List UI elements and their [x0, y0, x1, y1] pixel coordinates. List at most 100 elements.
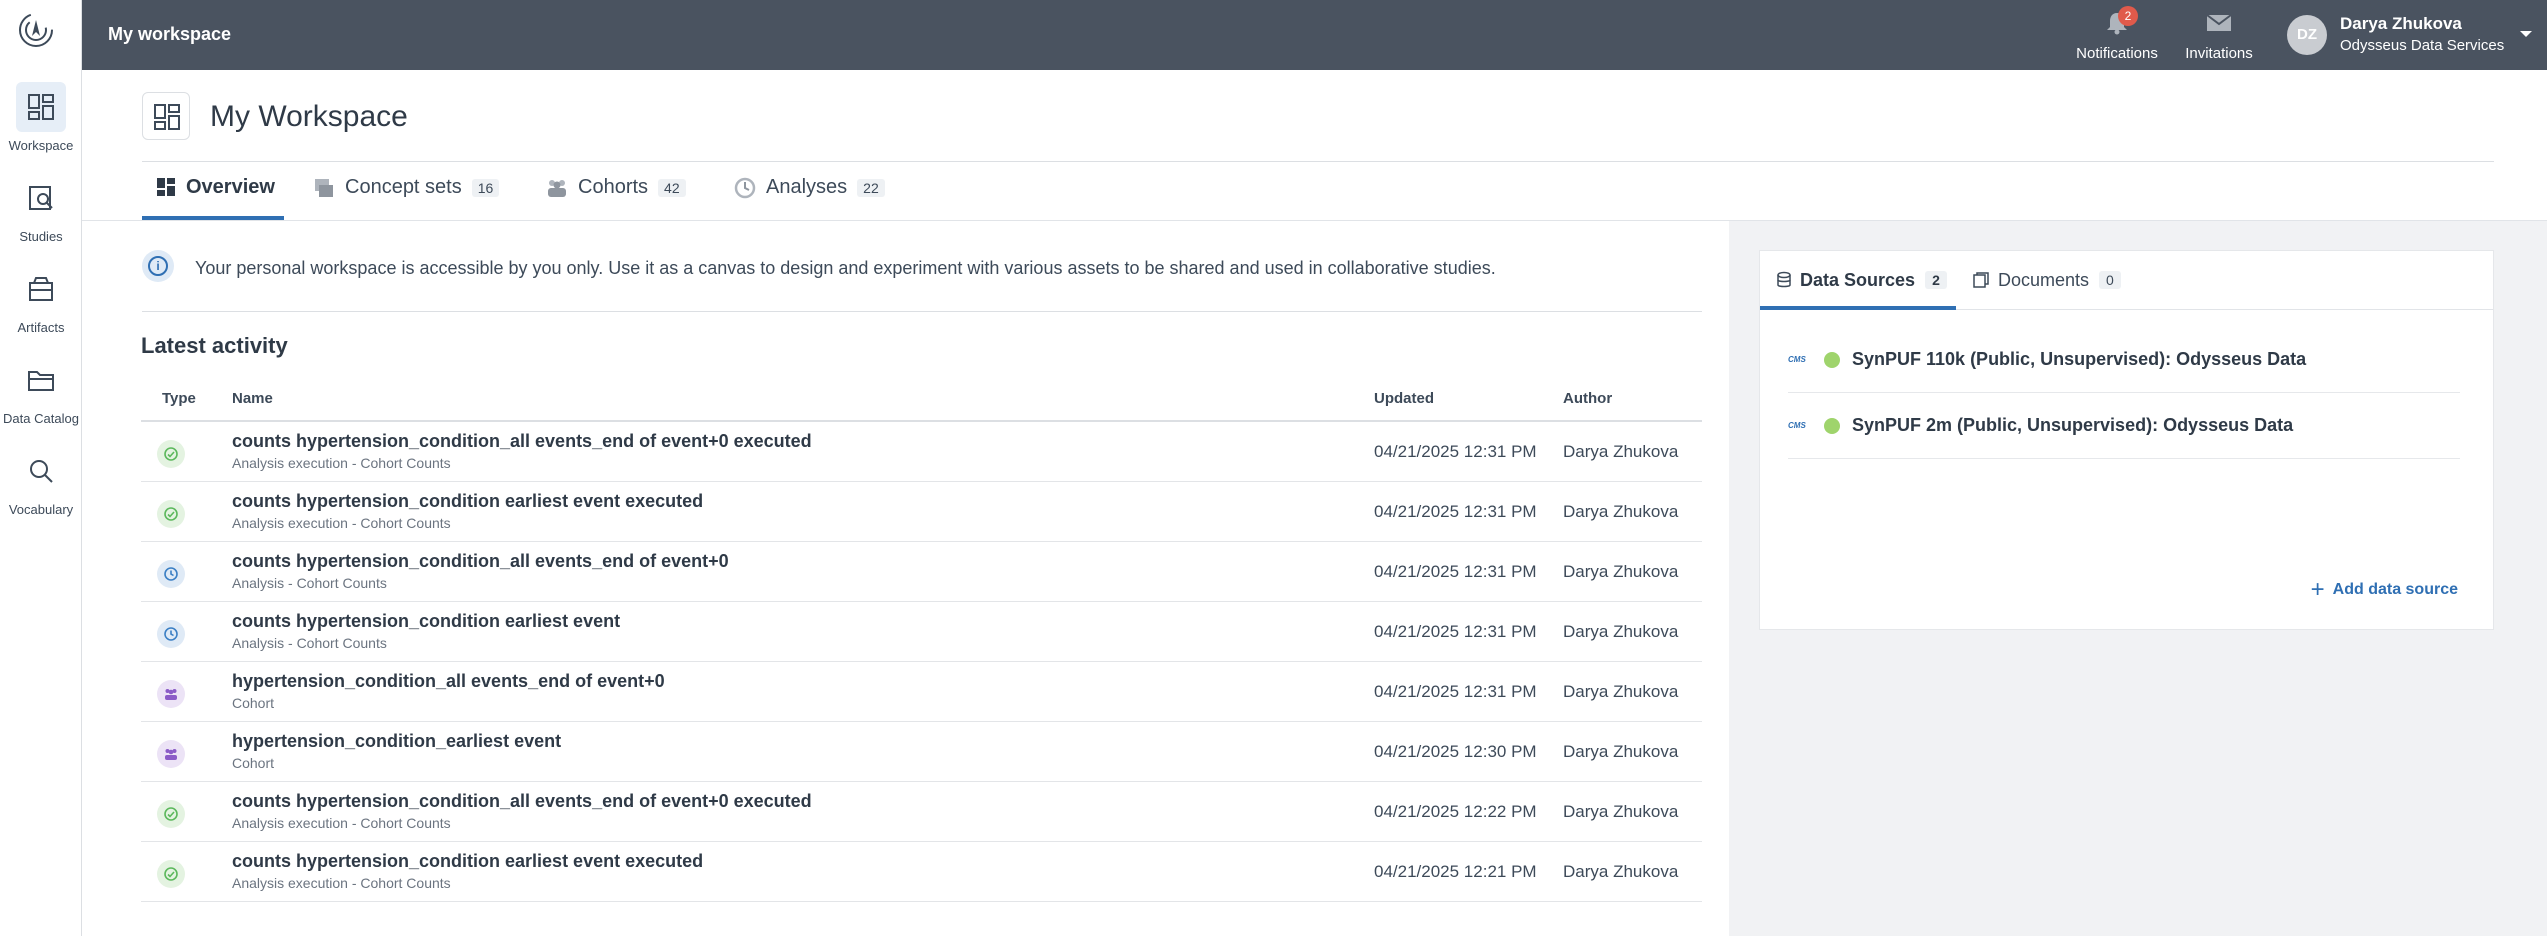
row-updated: 04/21/2025 12:31 PM [1374, 682, 1537, 701]
row-name[interactable]: hypertension_condition_all events_end of… [232, 671, 665, 692]
table-row[interactable]: counts hypertension_condition_all events… [141, 542, 1702, 602]
tab-label: Overview [186, 176, 275, 198]
row-updated: 04/21/2025 12:31 PM [1374, 622, 1537, 641]
tab-count: 0 [2099, 271, 2121, 289]
info-text: Your personal workspace is accessible by… [195, 258, 1496, 278]
row-type-label: Analysis execution - Cohort Counts [232, 515, 451, 531]
row-type-label: Cohort [232, 755, 275, 771]
table-row[interactable]: counts hypertension_condition earliest e… [141, 602, 1702, 662]
cohort-icon [157, 680, 185, 708]
chevron-down-icon[interactable] [2519, 26, 2533, 44]
rail-item-vocabulary[interactable]: Vocabulary [0, 436, 82, 517]
row-type-label: Analysis execution - Cohort Counts [232, 455, 451, 471]
row-name[interactable]: counts hypertension_condition earliest e… [232, 611, 620, 632]
rail-item-studies[interactable]: Studies [0, 163, 82, 244]
table-row[interactable]: hypertension_condition_earliest event Coh… [141, 722, 1702, 782]
workspace-icon [16, 82, 66, 132]
row-author: Darya Zhukova [1563, 802, 1679, 821]
row-updated: 04/21/2025 12:22 PM [1374, 802, 1537, 821]
latest-activity-title: Latest activity [141, 333, 288, 358]
dashboard-icon [157, 178, 175, 196]
rail-label: Workspace [8, 138, 74, 153]
tab-analyses[interactable]: Analyses 22 [734, 176, 885, 220]
user-organization: Odysseus Data Services [2340, 37, 2505, 54]
invitations-button[interactable]: Invitations [2179, 10, 2259, 62]
row-name[interactable]: counts hypertension_condition earliest e… [232, 491, 703, 512]
rail-label: Artifacts [17, 320, 65, 335]
column-header-type[interactable]: Type [162, 390, 196, 407]
tab-overview[interactable]: Overview [156, 176, 275, 220]
rail-item-workspace[interactable]: Workspace [0, 72, 82, 153]
table-row[interactable]: hypertension_condition_all events_end of… [141, 662, 1702, 722]
tab-concept-sets[interactable]: Concept sets 16 [313, 176, 500, 220]
executed-icon [157, 440, 185, 468]
avatar[interactable]: DZ [2287, 15, 2327, 55]
notification-badge: 2 [2118, 6, 2138, 26]
column-header-author[interactable]: Author [1563, 390, 1612, 407]
tab-label: Documents [1998, 269, 2090, 290]
tab-count: 42 [658, 179, 686, 197]
info-icon: i [142, 250, 174, 282]
row-author: Darya Zhukova [1563, 862, 1679, 881]
status-dot [1824, 351, 1840, 368]
cohort-icon [157, 740, 185, 768]
row-updated: 04/21/2025 12:31 PM [1374, 562, 1537, 581]
rail-label: Vocabulary [8, 502, 74, 517]
column-header-updated[interactable]: Updated [1374, 390, 1434, 407]
data-source-item[interactable]: CMS SynPUF 110k (Public, Unsupervised): … [1788, 327, 2460, 393]
mail-icon [2206, 14, 2232, 31]
table-row[interactable]: counts hypertension_condition earliest e… [141, 842, 1702, 902]
executed-icon [157, 860, 185, 888]
active-tab-indicator [142, 216, 284, 220]
notifications-button[interactable]: 2 Notifications [2072, 6, 2162, 62]
row-name[interactable]: counts hypertension_condition earliest e… [232, 851, 703, 872]
divider [142, 161, 2494, 162]
row-name[interactable]: counts hypertension_condition_all events… [232, 791, 812, 812]
column-header-name[interactable]: Name [232, 390, 273, 407]
cms-logo-icon: CMS [1788, 421, 1806, 430]
tab-label: Cohorts [578, 176, 649, 198]
row-name[interactable]: counts hypertension_condition_all events… [232, 431, 812, 452]
table-row[interactable]: counts hypertension_condition_all events… [141, 782, 1702, 842]
invitations-label: Invitations [2185, 45, 2253, 62]
row-author: Darya Zhukova [1563, 742, 1679, 761]
table-row[interactable]: counts hypertension_condition_all events… [141, 422, 1702, 482]
row-type-label: Analysis execution - Cohort Counts [232, 875, 451, 891]
tab-data-sources[interactable]: Data Sources 2 [1776, 251, 1947, 309]
cohorts-icon [548, 180, 566, 197]
data-sources-card: Data Sources 2 Documents 0 CMS SynPUF 11… [1759, 250, 2494, 630]
database-icon [1777, 271, 1791, 288]
data-source-name: SynPUF 110k (Public, Unsupervised): Odys… [1852, 349, 2307, 369]
tab-cohorts[interactable]: Cohorts 42 [546, 176, 686, 220]
row-author: Darya Zhukova [1563, 622, 1679, 641]
tab-label: Concept sets [345, 176, 462, 198]
data-source-item[interactable]: CMS SynPUF 2m (Public, Unsupervised): Od… [1788, 393, 2460, 459]
executed-icon [157, 500, 185, 528]
row-updated: 04/21/2025 12:21 PM [1374, 862, 1537, 881]
rail-item-artifacts[interactable]: Artifacts [0, 254, 82, 335]
folder-icon [16, 355, 66, 405]
row-name[interactable]: counts hypertension_condition_all events… [232, 551, 729, 572]
row-updated: 04/21/2025 12:31 PM [1374, 442, 1537, 461]
table-row[interactable]: counts hypertension_condition earliest e… [141, 482, 1702, 542]
tab-count: 16 [471, 179, 500, 197]
user-name[interactable]: Darya Zhukova [2340, 14, 2462, 34]
row-type-label: Cohort [232, 695, 275, 711]
app-logo-icon[interactable] [16, 10, 56, 50]
add-data-source-label: Add data source [2332, 581, 2458, 598]
documents-icon [1973, 272, 1989, 288]
table-header: Type Name Updated Author [141, 378, 1702, 422]
tab-documents[interactable]: Documents 0 [1972, 251, 2121, 309]
workspace-icon [142, 92, 190, 140]
analysis-icon [157, 560, 185, 588]
row-name[interactable]: hypertension_condition_earliest event [232, 731, 561, 752]
tab-count: 2 [1925, 271, 1947, 289]
rail-item-data-catalog[interactable]: Data Catalog [0, 345, 82, 426]
row-author: Darya Zhukova [1563, 442, 1679, 461]
info-banner: i Your personal workspace is accessible … [142, 250, 1702, 312]
add-data-source-button[interactable]: + Add data source [2311, 578, 2458, 602]
page-title: My Workspace [210, 100, 408, 133]
row-updated: 04/21/2025 12:31 PM [1374, 502, 1537, 521]
analyses-icon [734, 177, 756, 199]
row-author: Darya Zhukova [1563, 502, 1679, 521]
